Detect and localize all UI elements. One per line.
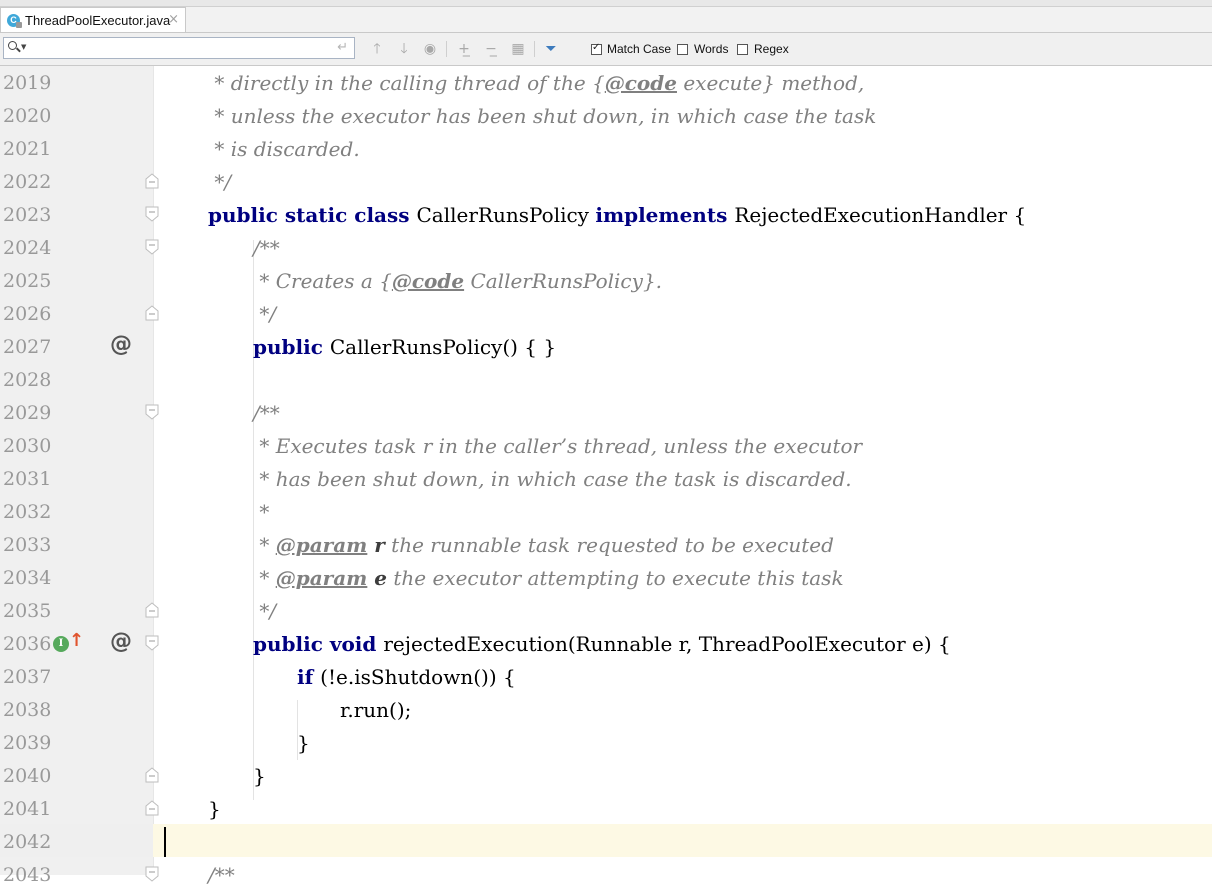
line-number: 2033 xyxy=(3,534,52,556)
annotation-at-icon[interactable]: @ xyxy=(110,629,132,654)
toolbar-separator xyxy=(534,41,535,57)
line-number: 2032 xyxy=(3,501,52,523)
line-number: 2023 xyxy=(3,204,52,226)
fold-start-icon[interactable] xyxy=(144,635,160,651)
fold-end-icon[interactable] xyxy=(144,602,160,618)
search-field[interactable]: ▼ ↵ xyxy=(3,37,355,59)
code-line: r.run(); xyxy=(340,698,412,722)
code-line: * has been shut down, in which case the … xyxy=(253,467,852,491)
words-label[interactable]: Words xyxy=(694,42,728,56)
close-icon[interactable]: × xyxy=(168,12,179,27)
code-line: public void rejectedExecution(Runnable r… xyxy=(253,632,951,656)
line-number: 2038 xyxy=(3,699,52,721)
lock-badge-icon xyxy=(16,22,22,28)
regex-checkbox[interactable] xyxy=(737,44,748,55)
line-number: 2043 xyxy=(3,864,52,886)
line-number: 2028 xyxy=(3,369,52,391)
editor-tab-bar: C ThreadPoolExecutor.java × xyxy=(0,0,1212,33)
line-number: 2027 xyxy=(3,336,52,358)
code-line: /** xyxy=(253,236,280,260)
code-line: */ xyxy=(253,302,277,326)
previous-occurrence-icon[interactable]: 🡑 xyxy=(368,40,386,58)
line-number: 2029 xyxy=(3,402,52,424)
line-number: 2025 xyxy=(3,270,52,292)
search-icon[interactable] xyxy=(8,41,17,50)
code-line: * @param e the executor attempting to ex… xyxy=(253,566,844,590)
fold-start-icon[interactable] xyxy=(144,206,160,222)
line-number: 2021 xyxy=(3,138,52,160)
find-all-icon[interactable]: ◉ xyxy=(421,40,439,58)
fold-end-icon[interactable] xyxy=(144,800,160,816)
line-number: 2037 xyxy=(3,666,52,688)
code-line: } xyxy=(297,731,310,755)
code-line: * Executes task r in the caller’s thread… xyxy=(253,434,863,458)
line-number: 2031 xyxy=(3,468,52,490)
line-number: 2040 xyxy=(3,765,52,787)
line-number: 2030 xyxy=(3,435,52,457)
match-case-label[interactable]: Match Case xyxy=(607,42,671,56)
code-line: public static class CallerRunsPolicy imp… xyxy=(208,203,1027,227)
line-number: 2022 xyxy=(3,171,52,193)
fold-end-icon[interactable] xyxy=(144,305,160,321)
select-all-occurrences-icon[interactable]: ▦ xyxy=(509,40,527,58)
line-number: 2034 xyxy=(3,567,52,589)
line-number: 2020 xyxy=(3,105,52,127)
text-cursor xyxy=(164,827,166,857)
code-line: /** xyxy=(208,863,235,887)
search-history-dropdown-icon[interactable]: ▼ xyxy=(21,43,26,51)
code-line: if (!e.isShutdown()) { xyxy=(297,665,516,689)
code-line: * xyxy=(253,500,270,524)
code-line: */ xyxy=(208,170,232,194)
code-line: } xyxy=(253,764,266,788)
java-class-icon: C xyxy=(7,14,22,28)
fold-start-icon[interactable] xyxy=(144,404,160,420)
match-case-checkbox[interactable] xyxy=(591,42,602,55)
search-input[interactable] xyxy=(32,39,331,59)
code-line: /** xyxy=(253,401,280,425)
code-line: * Creates a {@code CallerRunsPolicy}. xyxy=(253,269,663,293)
tab-label: ThreadPoolExecutor.java xyxy=(25,13,171,28)
code-line: public CallerRunsPolicy() { } xyxy=(253,335,557,359)
words-checkbox[interactable] xyxy=(677,44,688,55)
line-number: 2019 xyxy=(3,72,52,94)
line-number: 2041 xyxy=(3,798,52,820)
remove-occurrence-icon[interactable]: −̲ xyxy=(482,40,500,58)
toolbar-separator xyxy=(446,41,447,57)
tab-bar-top-strip xyxy=(0,0,1212,7)
line-number: 2024 xyxy=(3,237,52,259)
tab-threadpoolexecutor[interactable]: C ThreadPoolExecutor.java × xyxy=(0,7,186,32)
code-line: * unless the executor has been shut down… xyxy=(208,104,877,128)
code-line: */ xyxy=(253,599,277,623)
line-number: 2039 xyxy=(3,732,52,754)
add-occurrence-icon[interactable]: +̲ xyxy=(455,40,473,58)
line-number: 2042 xyxy=(3,831,52,853)
next-occurrence-icon[interactable]: 🡓 xyxy=(395,40,413,58)
filter-icon[interactable]: ⏷ xyxy=(542,40,560,58)
enter-icon[interactable]: ↵ xyxy=(337,40,348,55)
code-line: * @param r the runnable task requested t… xyxy=(253,533,834,557)
line-number: 2026 xyxy=(3,303,52,325)
fold-start-icon[interactable] xyxy=(144,866,160,882)
fold-start-icon[interactable] xyxy=(144,239,160,255)
line-number: 2036 xyxy=(3,633,52,655)
find-toolbar: ▼ ↵ 🡑 🡓 ◉ +̲ −̲ ▦ ⏷ Match Case Words Reg… xyxy=(0,33,1212,66)
regex-label[interactable]: Regex xyxy=(754,42,789,56)
fold-end-icon[interactable] xyxy=(144,173,160,189)
implements-method-icon[interactable]: I xyxy=(53,636,69,652)
code-line: * directly in the calling thread of the … xyxy=(208,71,865,95)
line-number: 2035 xyxy=(3,600,52,622)
code-line: } xyxy=(208,797,221,821)
overrides-up-arrow-icon[interactable]: ↑ xyxy=(69,630,84,651)
fold-end-icon[interactable] xyxy=(144,767,160,783)
current-line-highlight xyxy=(0,824,1212,857)
code-line: * is discarded. xyxy=(208,137,360,161)
annotation-at-icon[interactable]: @ xyxy=(110,332,132,357)
